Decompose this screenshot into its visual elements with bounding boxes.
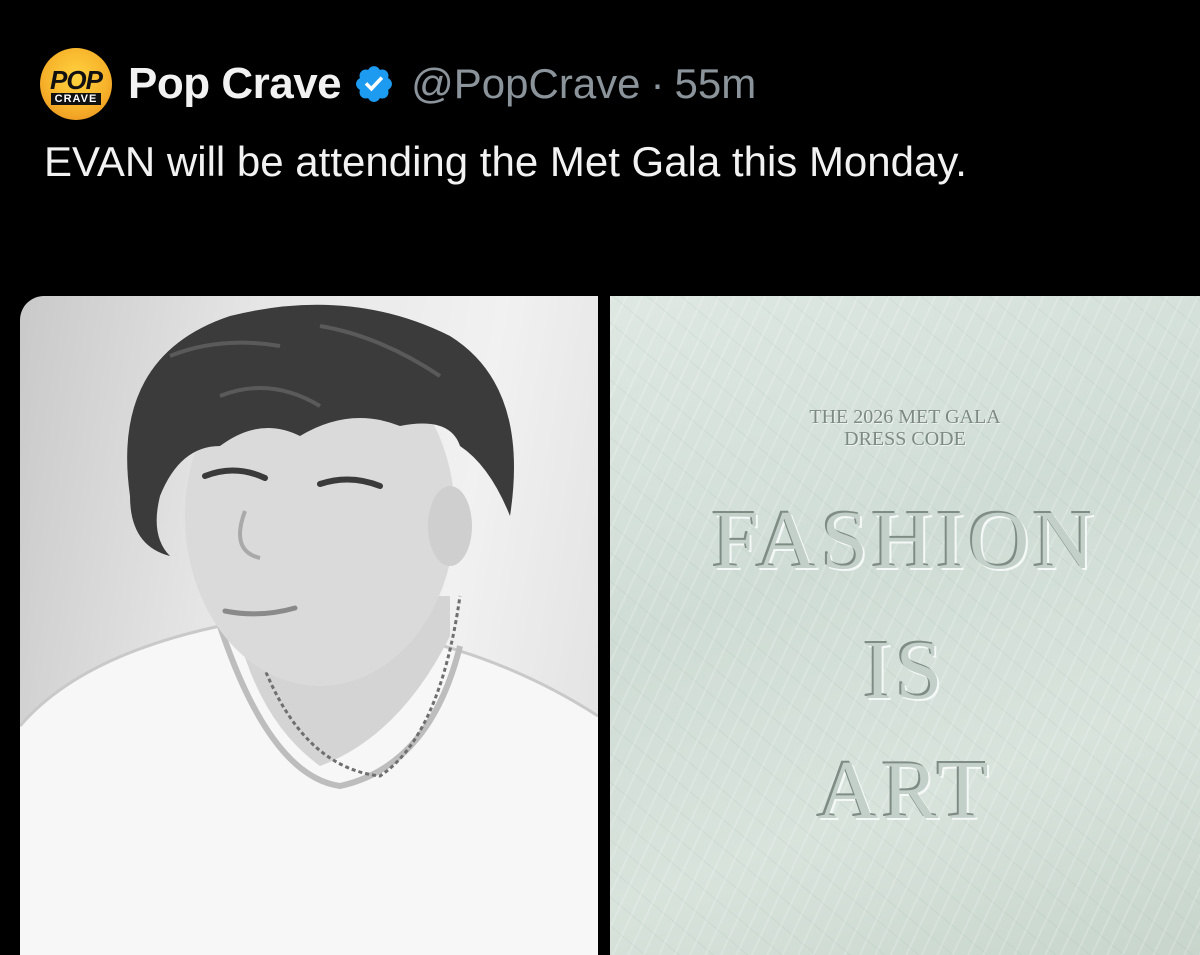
- dress-code-label: DRESS CODE: [844, 428, 966, 450]
- display-name[interactable]: Pop Crave: [128, 59, 342, 109]
- avatar-logo-text: POP: [50, 64, 103, 95]
- tweet-header: POP CRAVE Pop Crave @PopCrave · 55m: [40, 48, 757, 120]
- avatar-logo-subtext: CRAVE: [50, 92, 102, 105]
- user-handle[interactable]: @PopCrave: [411, 60, 640, 108]
- verified-badge-icon: [356, 66, 393, 102]
- dress-code-word-fashion: FASHION: [712, 494, 1098, 587]
- separator-dot: ·: [650, 60, 665, 107]
- dress-code-subtitle: THE 2026 MET GALA: [809, 406, 1001, 428]
- portrait-illustration: [20, 304, 598, 955]
- tweet-text: EVAN will be attending the Met Gala this…: [44, 138, 967, 185]
- tweet-card[interactable]: POP CRAVE Pop Crave @PopCrave · 55m EVAN…: [0, 0, 1200, 955]
- dress-code-word-art: ART: [817, 744, 993, 837]
- media-photo-dress-code[interactable]: THE 2026 MET GALA DRESS CODE FASHION IS …: [610, 296, 1200, 955]
- media-photo-portrait[interactable]: [20, 296, 598, 955]
- avatar[interactable]: POP CRAVE: [40, 48, 112, 120]
- media-grid: THE 2026 MET GALA DRESS CODE FASHION IS …: [20, 296, 1200, 955]
- dress-code-word-is: IS: [863, 624, 947, 717]
- timestamp[interactable]: 55m: [675, 60, 757, 108]
